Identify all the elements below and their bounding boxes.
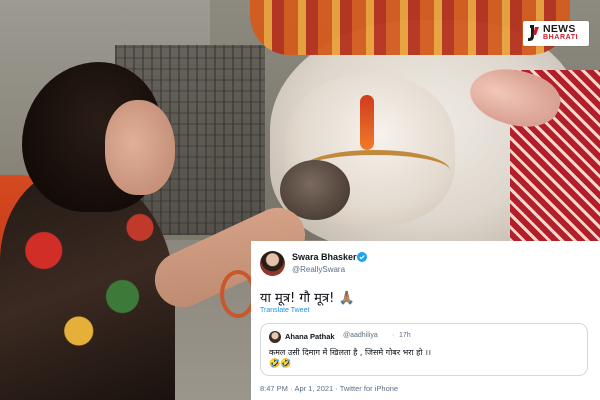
author-avatar[interactable]	[260, 251, 285, 276]
logo-text-bharati: BHARATI	[543, 34, 579, 41]
tweet-date[interactable]: Apr 1, 2021	[294, 384, 333, 393]
verified-badge-icon	[357, 252, 367, 262]
news-bharati-logo: NEWS BHARATI	[523, 21, 589, 46]
tweet-time[interactable]: 8:47 PM	[260, 384, 288, 393]
photo-garland	[250, 0, 570, 55]
photo-woman-face	[105, 100, 175, 195]
quoted-author-name: Ahana Pathak	[285, 332, 335, 341]
quoted-tweet-emojis: 🤣🤣	[269, 359, 292, 369]
translate-tweet-link[interactable]: Translate Tweet	[260, 307, 309, 314]
quoted-author-handle: @aadhiliya	[343, 332, 378, 339]
tweet-card: Swara Bhasker @ReallySwara या मूत्र! गौ …	[251, 241, 600, 400]
tweet-text: या मूत्र! गौ मूत्र! 🙏🏽	[260, 291, 355, 306]
meta-separator: ·	[335, 384, 338, 393]
tweet-meta: 8:47 PM · Apr 1, 2021 · Twitter for iPhone	[260, 384, 398, 393]
quoted-tweet[interactable]: Ahana Pathak @aadhiliya · 17h कमल उसी दि…	[260, 323, 588, 376]
author-handle[interactable]: @ReallySwara	[292, 265, 345, 274]
quoted-separator: ·	[392, 332, 395, 339]
logo-mark-icon	[528, 25, 539, 41]
quoted-author-avatar	[269, 331, 281, 343]
quoted-tweet-text: कमल उसी दिमाग में खिलता है , जिसमे गोबर …	[269, 348, 432, 357]
photo-cow-tilak	[360, 95, 374, 150]
news-image-frame: NEWS BHARATI Swara Bhasker @ReallySwara …	[0, 0, 600, 400]
tweet-source: Twitter for iPhone	[339, 384, 399, 393]
meta-separator: ·	[289, 384, 293, 393]
quoted-timestamp: 17h	[399, 332, 411, 339]
author-name[interactable]: Swara Bhasker	[292, 252, 357, 262]
